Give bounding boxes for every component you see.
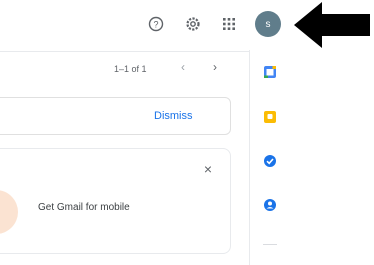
dismiss-button[interactable]: Dismiss [154,110,193,122]
promo-text[interactable]: Get Gmail for mobile [38,201,148,215]
notification-banner [0,97,231,135]
side-panel-separator [263,244,277,245]
contacts-icon[interactable] [263,198,277,212]
account-avatar[interactable]: s [255,11,281,37]
svg-text:?: ? [153,20,158,30]
tasks-icon[interactable] [263,154,277,168]
chevron-left-icon[interactable]: ‹ [176,60,190,76]
avatar-initial: s [265,18,271,30]
toolbar-divider [0,51,250,52]
calendar-icon[interactable] [263,65,277,79]
side-panel-divider [249,50,250,265]
help-icon[interactable]: ? [145,13,167,35]
annotation-arrow-icon [294,2,370,48]
close-icon[interactable]: × [200,161,216,177]
keep-icon[interactable] [263,110,277,124]
apps-grid-icon[interactable] [218,13,240,35]
top-bar: ? s [0,0,374,50]
chevron-right-icon[interactable]: › [208,60,222,76]
pagination-count: 1–1 of 1 [114,64,147,74]
gear-icon[interactable] [182,13,204,35]
